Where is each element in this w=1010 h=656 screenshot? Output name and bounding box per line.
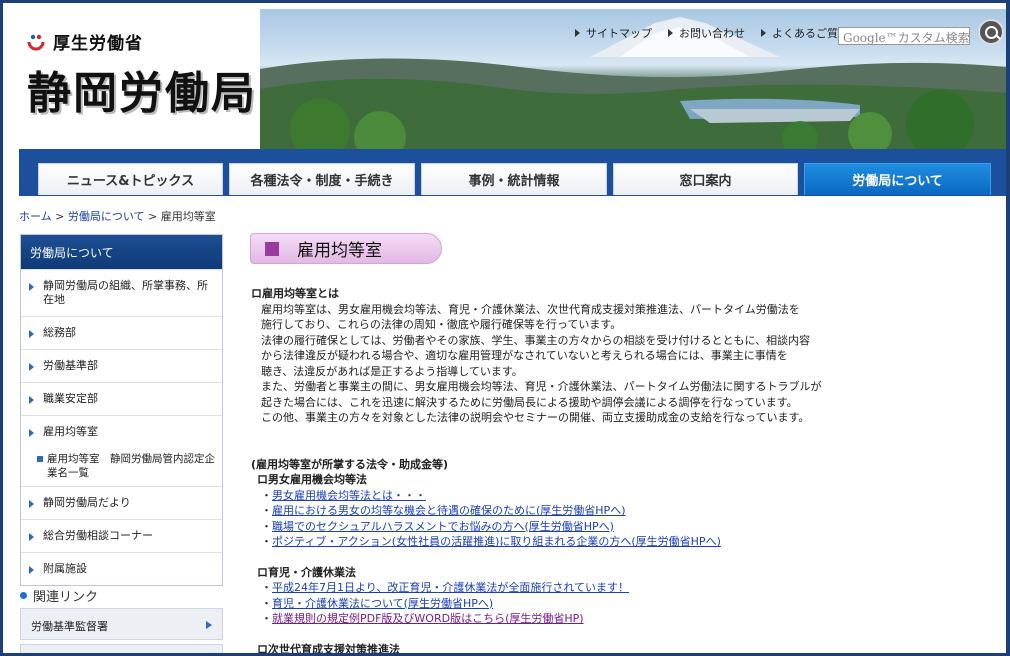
tab-statistics[interactable]: 事例・統計情報 — [421, 163, 607, 195]
intro-line: 雇用均等室は、男女雇用機会均等法、育児・介護休業法、次世代育成支援対策推進法、パ… — [261, 302, 800, 316]
link-equal-opportunity-about[interactable]: 男女雇用機会均等法とは・・・ — [272, 489, 426, 502]
related-links-title: 関連リンク — [20, 586, 98, 605]
law-heading-equal-opportunity: ロ男女雇用機会均等法 — [257, 473, 367, 486]
main-content: ロ雇用均等室とは 雇用均等室は、男女雇用機会均等法、育児・介護休業法、次世代育成… — [251, 286, 822, 656]
list-item: ・就業規則の規定例PDF版及びWORD版はこちら(厚生労働省HP) — [261, 612, 584, 625]
link-positive-action[interactable]: ポジティブ・アクション(女性社員の活躍推進)に取り組まれる企業の方へ(厚生労働省… — [272, 535, 721, 548]
sidebar-item-facilities[interactable]: 附属施設 — [21, 552, 222, 585]
link-work-rules-example[interactable]: 就業規則の規定例PDF版及びWORD版はこちら(厚生労働省HP) — [272, 612, 584, 625]
intro-line: から法律違反が疑われる場合や、適切な雇用管理がなされていないと考えられる場合には… — [261, 349, 788, 362]
main-nav: ニュース&トピックス 各種法令・制度・手続き 事例・統計情報 窓口案内 労働局に… — [19, 149, 1006, 196]
related-link-next[interactable] — [20, 644, 223, 653]
intro-line: 法律の履行確保としては、労働者やその家族、学生、事業主の方々からの相談を受け付け… — [261, 333, 811, 347]
arrow-icon — [29, 429, 34, 437]
arrow-icon — [206, 621, 212, 629]
list-item: ・職場でのセクシュアルハラスメントでお悩みの方へ(厚生労働省HPへ) — [261, 519, 614, 533]
faq-link[interactable]: よくあるご質問 — [761, 25, 849, 41]
list-item: ・雇用における男女の均等な機会と待遇の確保のために(厚生労働省HPへ) — [261, 504, 626, 517]
intro-line: 起きた場合には、これを迅速に解決するために労働局長による援助や調停会議による調停… — [261, 395, 798, 409]
contact-link[interactable]: お問い合わせ — [668, 25, 745, 41]
related-link-inspection-office[interactable]: 労働基準監督署 — [20, 608, 223, 640]
arrow-icon — [29, 396, 34, 404]
logo-area[interactable]: 厚生労働省 静岡労働局 — [19, 9, 260, 149]
arrow-icon — [29, 330, 34, 338]
intro-line: 聴き、法違反があれば是正するよう指導しています。 — [261, 364, 523, 378]
list-item: ・平成24年7月1日より、改正育児・介護休業法が全面施行されています！ — [261, 581, 630, 594]
link-sexual-harassment[interactable]: 職場でのセクシュアルハラスメントでお悩みの方へ(厚生労働省HPへ) — [272, 520, 614, 533]
bullet-dot-icon — [20, 592, 27, 599]
ministry-logo: 厚生労働省 — [25, 29, 143, 54]
list-item: ・男女雇用機会均等法とは・・・ — [261, 488, 426, 502]
sidebar-item-equal-employment[interactable]: 雇用均等室 — [21, 415, 222, 448]
tab-counter[interactable]: 窓口案内 — [613, 163, 798, 195]
square-bullet-icon — [37, 456, 43, 462]
law-heading-next-generation: ロ次世代育成支援対策推進法 — [257, 642, 400, 656]
laws-heading: (雇用均等室が所掌する法令・助成金等) — [251, 457, 449, 471]
breadcrumb: ホーム > 労働局について > 雇用均等室 — [19, 210, 216, 223]
sidebar-item-newsletter[interactable]: 静岡労働局だより — [21, 486, 222, 519]
link-childcare-about[interactable]: 育児・介護休業法について(厚生労働省HPへ) — [272, 597, 493, 610]
sidebar-subitem-certified-companies[interactable]: 雇用均等室 静岡労働局管内認定企業名一覧 — [21, 448, 222, 486]
sidebar-item-labor-standards[interactable]: 労働基準部 — [21, 349, 222, 382]
page-frame: 厚生労働省 静岡労働局 サイトマップ お問い合わせ よくあるご質問 Google… — [0, 0, 1010, 656]
triangle-icon — [668, 29, 673, 37]
breadcrumb-current: 雇用均等室 — [160, 210, 216, 223]
arrow-icon — [29, 566, 34, 574]
tab-news[interactable]: ニュース&トピックス — [38, 163, 223, 195]
arrow-icon — [29, 533, 34, 541]
breadcrumb-parent[interactable]: 労働局について — [68, 210, 145, 223]
law-heading-childcare: ロ育児・介護休業法 — [257, 565, 356, 579]
triangle-icon — [761, 29, 766, 37]
sidebar-item-consultation[interactable]: 総合労働相談コーナー — [21, 519, 222, 552]
arrow-icon — [29, 500, 34, 508]
sitemap-link[interactable]: サイトマップ — [575, 25, 652, 41]
ministry-mark-icon — [25, 31, 47, 53]
search-input[interactable]: Google™カスタム検索 — [838, 27, 970, 45]
title-square-icon — [265, 241, 279, 256]
link-childcare-revision[interactable]: 平成24年7月1日より、改正育児・介護休業法が全面施行されています！ — [272, 581, 629, 594]
list-item: ・育児・介護休業法について(厚生労働省HPへ) — [261, 596, 494, 610]
page-title-pill: 雇用均等室 — [250, 233, 442, 264]
intro-line: この他、事業主の方々を対象とした法律の説明会やセミナーの開催、両立支援助成金の支… — [261, 411, 810, 424]
intro-line: また、労働者と事業主の間に、男女雇用機会均等法、育児・介護休業法、パートタイム労… — [261, 380, 822, 393]
sidebar-heading[interactable]: 労働局について — [21, 235, 222, 269]
bureau-name: 静岡労働局 — [27, 68, 257, 119]
ministry-name: 厚生労働省 — [53, 34, 143, 54]
sidebar: 労働局について 静岡労働局の組織、所掌事務、所在地 総務部 労働基準部 職業安定… — [20, 234, 223, 586]
triangle-icon — [575, 29, 580, 37]
top-links: サイトマップ お問い合わせ よくあるご質問 — [575, 25, 849, 41]
tab-laws[interactable]: 各種法令・制度・手続き — [229, 163, 415, 195]
arrow-icon — [29, 363, 34, 371]
link-equal-treatment[interactable]: 雇用における男女の均等な機会と待遇の確保のために(厚生労働省HPへ) — [272, 504, 626, 517]
intro-heading: ロ雇用均等室とは — [251, 287, 339, 300]
breadcrumb-home[interactable]: ホーム — [19, 210, 52, 223]
sidebar-item-employment-security[interactable]: 職業安定部 — [21, 382, 222, 415]
site-header: 厚生労働省 静岡労働局 サイトマップ お問い合わせ よくあるご質問 Google… — [19, 9, 1006, 149]
list-item: ・ポジティブ・アクション(女性社員の活躍推進)に取り組まれる企業の方へ(厚生労働… — [261, 535, 721, 548]
sidebar-item-general-affairs[interactable]: 総務部 — [21, 316, 222, 349]
tab-about-bureau[interactable]: 労働局について — [804, 163, 991, 195]
sidebar-item-organization[interactable]: 静岡労働局の組織、所掌事務、所在地 — [21, 269, 222, 316]
arrow-icon — [29, 283, 34, 291]
intro-line: 施行しており、これらの法律の周知・徹底や履行確保等を行っています。 — [261, 318, 622, 331]
search-icon[interactable] — [978, 19, 1004, 45]
page-title: 雇用均等室 — [297, 241, 382, 261]
